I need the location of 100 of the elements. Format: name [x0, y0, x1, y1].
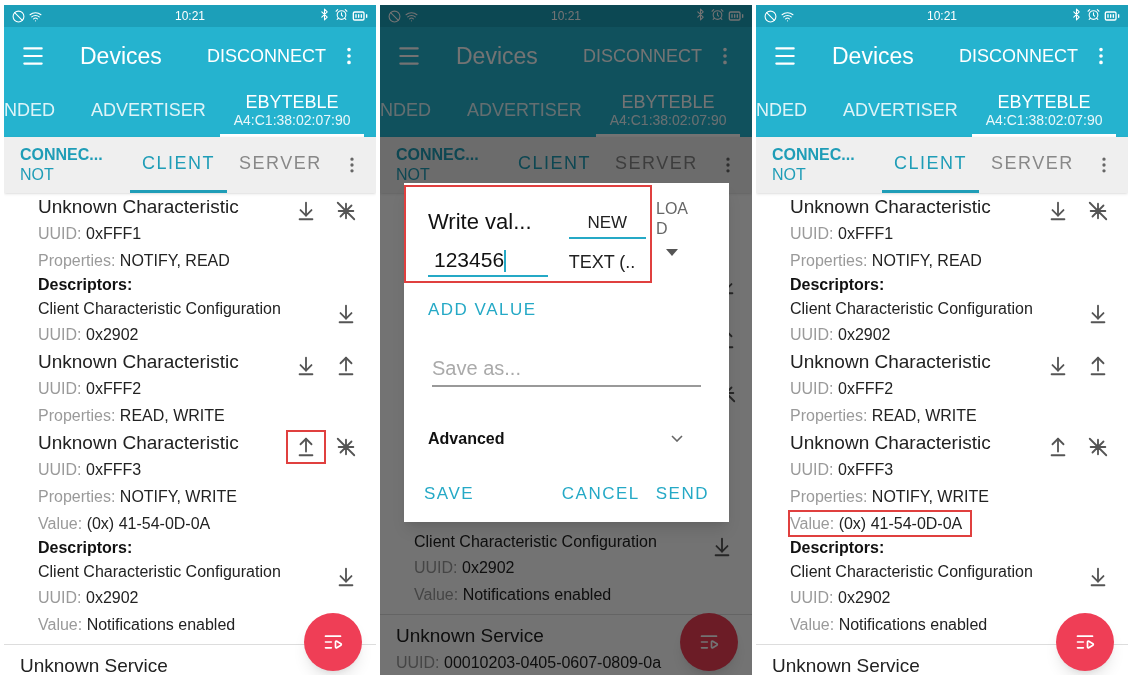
playlist-icon	[323, 632, 343, 652]
dialog-action-button[interactable]: CANCEL	[561, 480, 640, 506]
crossed-arrows-icon	[335, 436, 357, 458]
format-select[interactable]: TEXT (..	[568, 247, 646, 277]
bond-state: NOT	[396, 165, 431, 185]
device-tab[interactable]: ADVERTISER	[453, 85, 596, 137]
fab-button[interactable]	[680, 613, 738, 671]
device-tab[interactable]: NDED	[4, 85, 77, 137]
battery-icon	[728, 8, 744, 24]
characteristic-title: Client Characteristic Configuration	[790, 299, 1034, 319]
detail-line: UUID: 0x2902	[789, 588, 892, 608]
characteristic-title: Unknown Characteristic	[38, 195, 240, 219]
chevron-down-icon	[671, 435, 683, 442]
wifi-icon	[405, 9, 418, 23]
characteristic-title: Unknown Characteristic	[790, 431, 992, 455]
advanced-label: Advanced	[428, 428, 505, 449]
bluetooth-icon	[694, 8, 707, 21]
device-tab[interactable]: NDED	[380, 85, 453, 137]
characteristic-title: Client Characteristic Configuration	[790, 562, 1034, 582]
characteristic-title: Unknown Characteristic	[790, 195, 992, 219]
wifi-icon	[29, 9, 42, 23]
characteristic-title: Unknown Characteristic	[38, 350, 240, 374]
alarm-icon	[1087, 8, 1100, 21]
detail-line: Properties: READ, WRITE	[37, 406, 226, 426]
bluetooth-icon	[1070, 8, 1083, 21]
detail-line: UUID: 0x2902	[37, 325, 140, 345]
fab-button[interactable]	[304, 613, 362, 671]
fab-button[interactable]	[1056, 613, 1114, 671]
status-time: 10:21	[927, 8, 957, 25]
no-sim-icon	[388, 9, 401, 23]
dropdown-caret-icon[interactable]	[666, 249, 678, 256]
app-title: Devices	[832, 41, 915, 71]
crossed-arrows-icon	[1087, 200, 1109, 222]
detail-line: UUID: 0xFFF2	[37, 379, 143, 399]
detail-line: Value: (0x) 41-54-0D-0A	[37, 514, 212, 534]
wifi-icon	[781, 9, 794, 23]
detail-line: Properties: READ, WRITE	[789, 406, 978, 426]
detail-line: Value: Notifications enabled	[37, 615, 237, 635]
detail-line: UUID: 0xFFF3	[789, 460, 895, 480]
device-tab[interactable]: NDED	[756, 85, 829, 137]
load-tab[interactable]: LOAD	[656, 199, 688, 241]
dialog-title: Write val...	[428, 208, 533, 236]
disconnect-button[interactable]: DISCONNECT	[959, 42, 1078, 70]
disconnect-button[interactable]: DISCONNECT	[583, 42, 702, 70]
bond-state: NOT	[20, 165, 55, 185]
alarm-icon	[711, 8, 724, 21]
detail-line: UUID: 0xFFF1	[789, 224, 895, 244]
playlist-icon	[699, 632, 719, 652]
battery-icon	[352, 8, 368, 24]
detail-line: UUID: 0xFFF3	[37, 460, 143, 480]
descriptors-heading: Descriptors:	[37, 538, 134, 558]
no-sim-icon	[764, 9, 777, 23]
save-button[interactable]: SAVE	[424, 480, 475, 506]
disconnect-button[interactable]: DISCONNECT	[207, 42, 326, 70]
value-input[interactable]: 123456	[428, 245, 548, 277]
crossed-arrows-icon	[335, 200, 357, 222]
advanced-toggle[interactable]: Advanced	[428, 426, 705, 451]
detail-line: Properties: NOTIFY, READ	[789, 251, 983, 271]
no-sim-icon	[12, 9, 25, 23]
characteristic-title: Unknown Characteristic	[790, 350, 992, 374]
characteristic-title: Client Characteristic Configuration	[38, 562, 282, 582]
detail-line: UUID: 0x2902	[789, 325, 892, 345]
bond-state: NOT	[772, 165, 807, 185]
write-button[interactable]	[286, 430, 326, 464]
detail-line: Properties: NOTIFY, WRITE	[789, 487, 990, 507]
detail-line: Properties: NOTIFY, READ	[37, 251, 231, 271]
status-time: 10:21	[551, 8, 581, 25]
descriptors-heading: Descriptors:	[789, 275, 886, 295]
detail-line: UUID: 0xFFF2	[789, 379, 895, 399]
client-server-tab[interactable]: SERVER	[979, 137, 1086, 193]
detail-line: UUID: 0xFFF1	[37, 224, 143, 244]
characteristic-title: Client Characteristic Configuration	[414, 532, 658, 552]
app-title: Devices	[456, 41, 539, 71]
status-time: 10:21	[175, 8, 205, 25]
detail-line: Value: Notifications enabled	[789, 615, 989, 635]
client-server-tab[interactable]: CLIENT	[130, 137, 227, 193]
dialog-action-button[interactable]: SEND	[655, 480, 709, 506]
detail-line: UUID: 0x2902	[37, 588, 140, 608]
characteristic-title: Unknown Characteristic	[38, 431, 240, 455]
add-value-button[interactable]: ADD VALUE	[428, 297, 537, 323]
app-title: Devices	[80, 41, 163, 71]
connection-state: CONNEC...	[20, 145, 104, 165]
playlist-icon	[1075, 632, 1095, 652]
alarm-icon	[335, 8, 348, 21]
crossed-arrows-icon	[1087, 436, 1109, 458]
device-tab[interactable]: ADVERTISER	[829, 85, 972, 137]
device-tab[interactable]: ADVERTISER	[77, 85, 220, 137]
characteristic-title: Client Characteristic Configuration	[38, 299, 282, 319]
bluetooth-icon	[318, 8, 331, 21]
detail-line: Properties: NOTIFY, WRITE	[37, 487, 238, 507]
connection-state: CONNEC...	[396, 145, 480, 165]
client-server-tab[interactable]: CLIENT	[882, 137, 979, 193]
service-title: Unknown Service	[772, 654, 920, 675]
new-tab[interactable]: NEW	[568, 209, 646, 239]
descriptors-heading: Descriptors:	[37, 275, 134, 295]
battery-icon	[1104, 8, 1120, 24]
client-server-tab[interactable]: SERVER	[227, 137, 334, 193]
service-title: Unknown Service	[396, 624, 544, 648]
save-as-field[interactable]: Save as...	[432, 352, 701, 387]
descriptors-heading: Descriptors:	[789, 538, 886, 558]
